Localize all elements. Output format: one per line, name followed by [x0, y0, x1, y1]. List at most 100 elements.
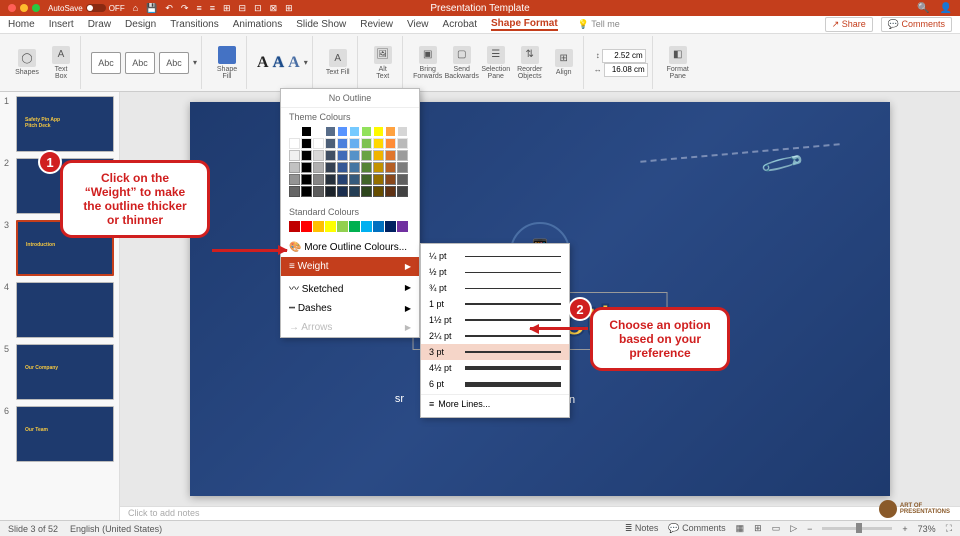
window-controls[interactable]: [8, 4, 40, 12]
theme-colour-swatch[interactable]: [361, 174, 372, 185]
tab-slideshow[interactable]: Slide Show: [296, 19, 346, 30]
standard-colour-swatch[interactable]: [325, 221, 336, 232]
weight-option-¼pt[interactable]: ¼ pt: [421, 248, 569, 264]
theme-colour-swatch[interactable]: [313, 150, 324, 161]
thumbnail-5[interactable]: 5Our Company: [4, 344, 115, 400]
undo-icon[interactable]: ↶: [165, 3, 173, 14]
theme-colour-swatch[interactable]: [397, 162, 408, 173]
height-input[interactable]: ↕: [596, 49, 646, 63]
weight-option-6pt[interactable]: 6 pt: [421, 376, 569, 392]
reorder-button[interactable]: ⇅Reorder Objects: [515, 43, 545, 83]
standard-colour-swatch[interactable]: [385, 221, 396, 232]
theme-colour-swatch[interactable]: [313, 126, 324, 137]
textbox-button[interactable]: AText Box: [46, 43, 76, 83]
theme-colour-swatch[interactable]: [325, 162, 336, 173]
close-icon[interactable]: [8, 4, 16, 12]
tell-me[interactable]: 💡 Tell me: [578, 19, 620, 30]
align-button[interactable]: ⊞Align: [549, 43, 579, 83]
theme-colour-swatch[interactable]: [325, 186, 336, 197]
tab-animations[interactable]: Animations: [233, 19, 282, 30]
tab-design[interactable]: Design: [125, 19, 156, 30]
theme-colour-swatch[interactable]: [397, 174, 408, 185]
qat-icon[interactable]: ≡: [210, 3, 215, 14]
zoom-slider[interactable]: [822, 527, 892, 530]
qat-icon[interactable]: ⊞: [223, 3, 231, 14]
comments-toggle[interactable]: 💬 Comments: [668, 523, 725, 534]
shapes-button[interactable]: ◯Shapes: [12, 43, 42, 83]
thumbnail-1[interactable]: 1Safety Pin App Pitch Deck: [4, 96, 115, 152]
theme-colour-swatch[interactable]: [349, 150, 360, 161]
wordart-style-3[interactable]: A: [288, 54, 300, 72]
weight-option-1½pt[interactable]: 1½ pt: [421, 312, 569, 328]
theme-colour-swatch[interactable]: [301, 126, 312, 137]
toggle-icon[interactable]: [86, 4, 106, 12]
shape-style-1[interactable]: Abc: [91, 52, 121, 74]
theme-colour-swatch[interactable]: [337, 162, 348, 173]
standard-colour-swatch[interactable]: [301, 221, 312, 232]
theme-colour-swatch[interactable]: [301, 174, 312, 185]
theme-colour-swatch[interactable]: [313, 186, 324, 197]
theme-colour-swatch[interactable]: [337, 150, 348, 161]
theme-colour-swatch[interactable]: [385, 150, 396, 161]
theme-colour-swatch[interactable]: [361, 186, 372, 197]
theme-colour-swatch[interactable]: [373, 150, 384, 161]
theme-colour-swatch[interactable]: [361, 150, 372, 161]
tab-view[interactable]: View: [407, 19, 429, 30]
theme-colour-swatch[interactable]: [361, 138, 372, 149]
wordart-more-icon[interactable]: ▾: [304, 58, 308, 67]
tab-shape-format[interactable]: Shape Format: [491, 18, 558, 31]
weight-option-2¼pt[interactable]: 2¼ pt: [421, 328, 569, 344]
theme-colour-swatch[interactable]: [373, 138, 384, 149]
more-colours-option[interactable]: 🎨 More Outline Colours...: [281, 238, 419, 257]
theme-colour-swatch[interactable]: [385, 126, 396, 137]
no-outline-option[interactable]: No Outline: [281, 89, 419, 108]
selection-pane-button[interactable]: ☰Selection Pane: [481, 43, 511, 83]
home-icon[interactable]: ⌂: [133, 3, 138, 14]
zoom-level[interactable]: 73%: [918, 524, 936, 534]
slide-counter[interactable]: Slide 3 of 52: [8, 524, 58, 534]
bring-forward-button[interactable]: ▣Bring Forwards: [413, 43, 443, 83]
theme-colour-swatch[interactable]: [349, 186, 360, 197]
theme-colour-swatch[interactable]: [289, 174, 300, 185]
qat-icon[interactable]: ⊟: [239, 3, 247, 14]
notes-toggle[interactable]: ≣ Notes: [625, 523, 659, 534]
theme-colour-swatch[interactable]: [349, 126, 360, 137]
theme-colour-swatch[interactable]: [349, 162, 360, 173]
weight-option-4½pt[interactable]: 4½ pt: [421, 360, 569, 376]
weight-option-½pt[interactable]: ½ pt: [421, 264, 569, 280]
theme-colour-swatch[interactable]: [301, 138, 312, 149]
theme-colour-swatch[interactable]: [385, 186, 396, 197]
theme-colour-swatch[interactable]: [397, 138, 408, 149]
theme-colour-swatch[interactable]: [349, 138, 360, 149]
share-button[interactable]: ↗ Share: [825, 17, 873, 32]
shape-style-2[interactable]: Abc: [125, 52, 155, 74]
theme-colour-swatch[interactable]: [301, 162, 312, 173]
weight-option-1pt[interactable]: 1 pt: [421, 296, 569, 312]
zoom-in-icon[interactable]: +: [902, 524, 907, 534]
wordart-style-2[interactable]: A: [273, 54, 285, 72]
standard-colour-swatch[interactable]: [349, 221, 360, 232]
dashes-option[interactable]: ┅ Dashes▶: [281, 299, 419, 318]
sketched-option[interactable]: 〰 Sketched▶: [281, 276, 419, 299]
more-lines-option[interactable]: ≡ More Lines...: [421, 394, 569, 413]
tab-draw[interactable]: Draw: [88, 19, 111, 30]
theme-colour-swatch[interactable]: [397, 126, 408, 137]
theme-colour-swatch[interactable]: [337, 186, 348, 197]
redo-icon[interactable]: ↷: [181, 3, 189, 14]
comments-button[interactable]: 💬 Comments: [881, 17, 952, 32]
theme-colour-swatch[interactable]: [325, 150, 336, 161]
tab-acrobat[interactable]: Acrobat: [443, 19, 477, 30]
qat-icon[interactable]: ≡: [196, 3, 201, 14]
theme-colour-swatch[interactable]: [397, 186, 408, 197]
search-icon[interactable]: 🔍: [917, 3, 929, 14]
tab-review[interactable]: Review: [360, 19, 393, 30]
standard-colour-swatch[interactable]: [313, 221, 324, 232]
theme-colour-swatch[interactable]: [349, 174, 360, 185]
theme-colour-swatch[interactable]: [337, 126, 348, 137]
view-sorter-icon[interactable]: ⊞: [754, 523, 762, 534]
theme-colour-swatch[interactable]: [337, 174, 348, 185]
theme-colour-swatch[interactable]: [301, 186, 312, 197]
theme-colour-swatch[interactable]: [361, 162, 372, 173]
weight-option-3pt[interactable]: 3 pt: [421, 344, 569, 360]
standard-colour-swatch[interactable]: [373, 221, 384, 232]
